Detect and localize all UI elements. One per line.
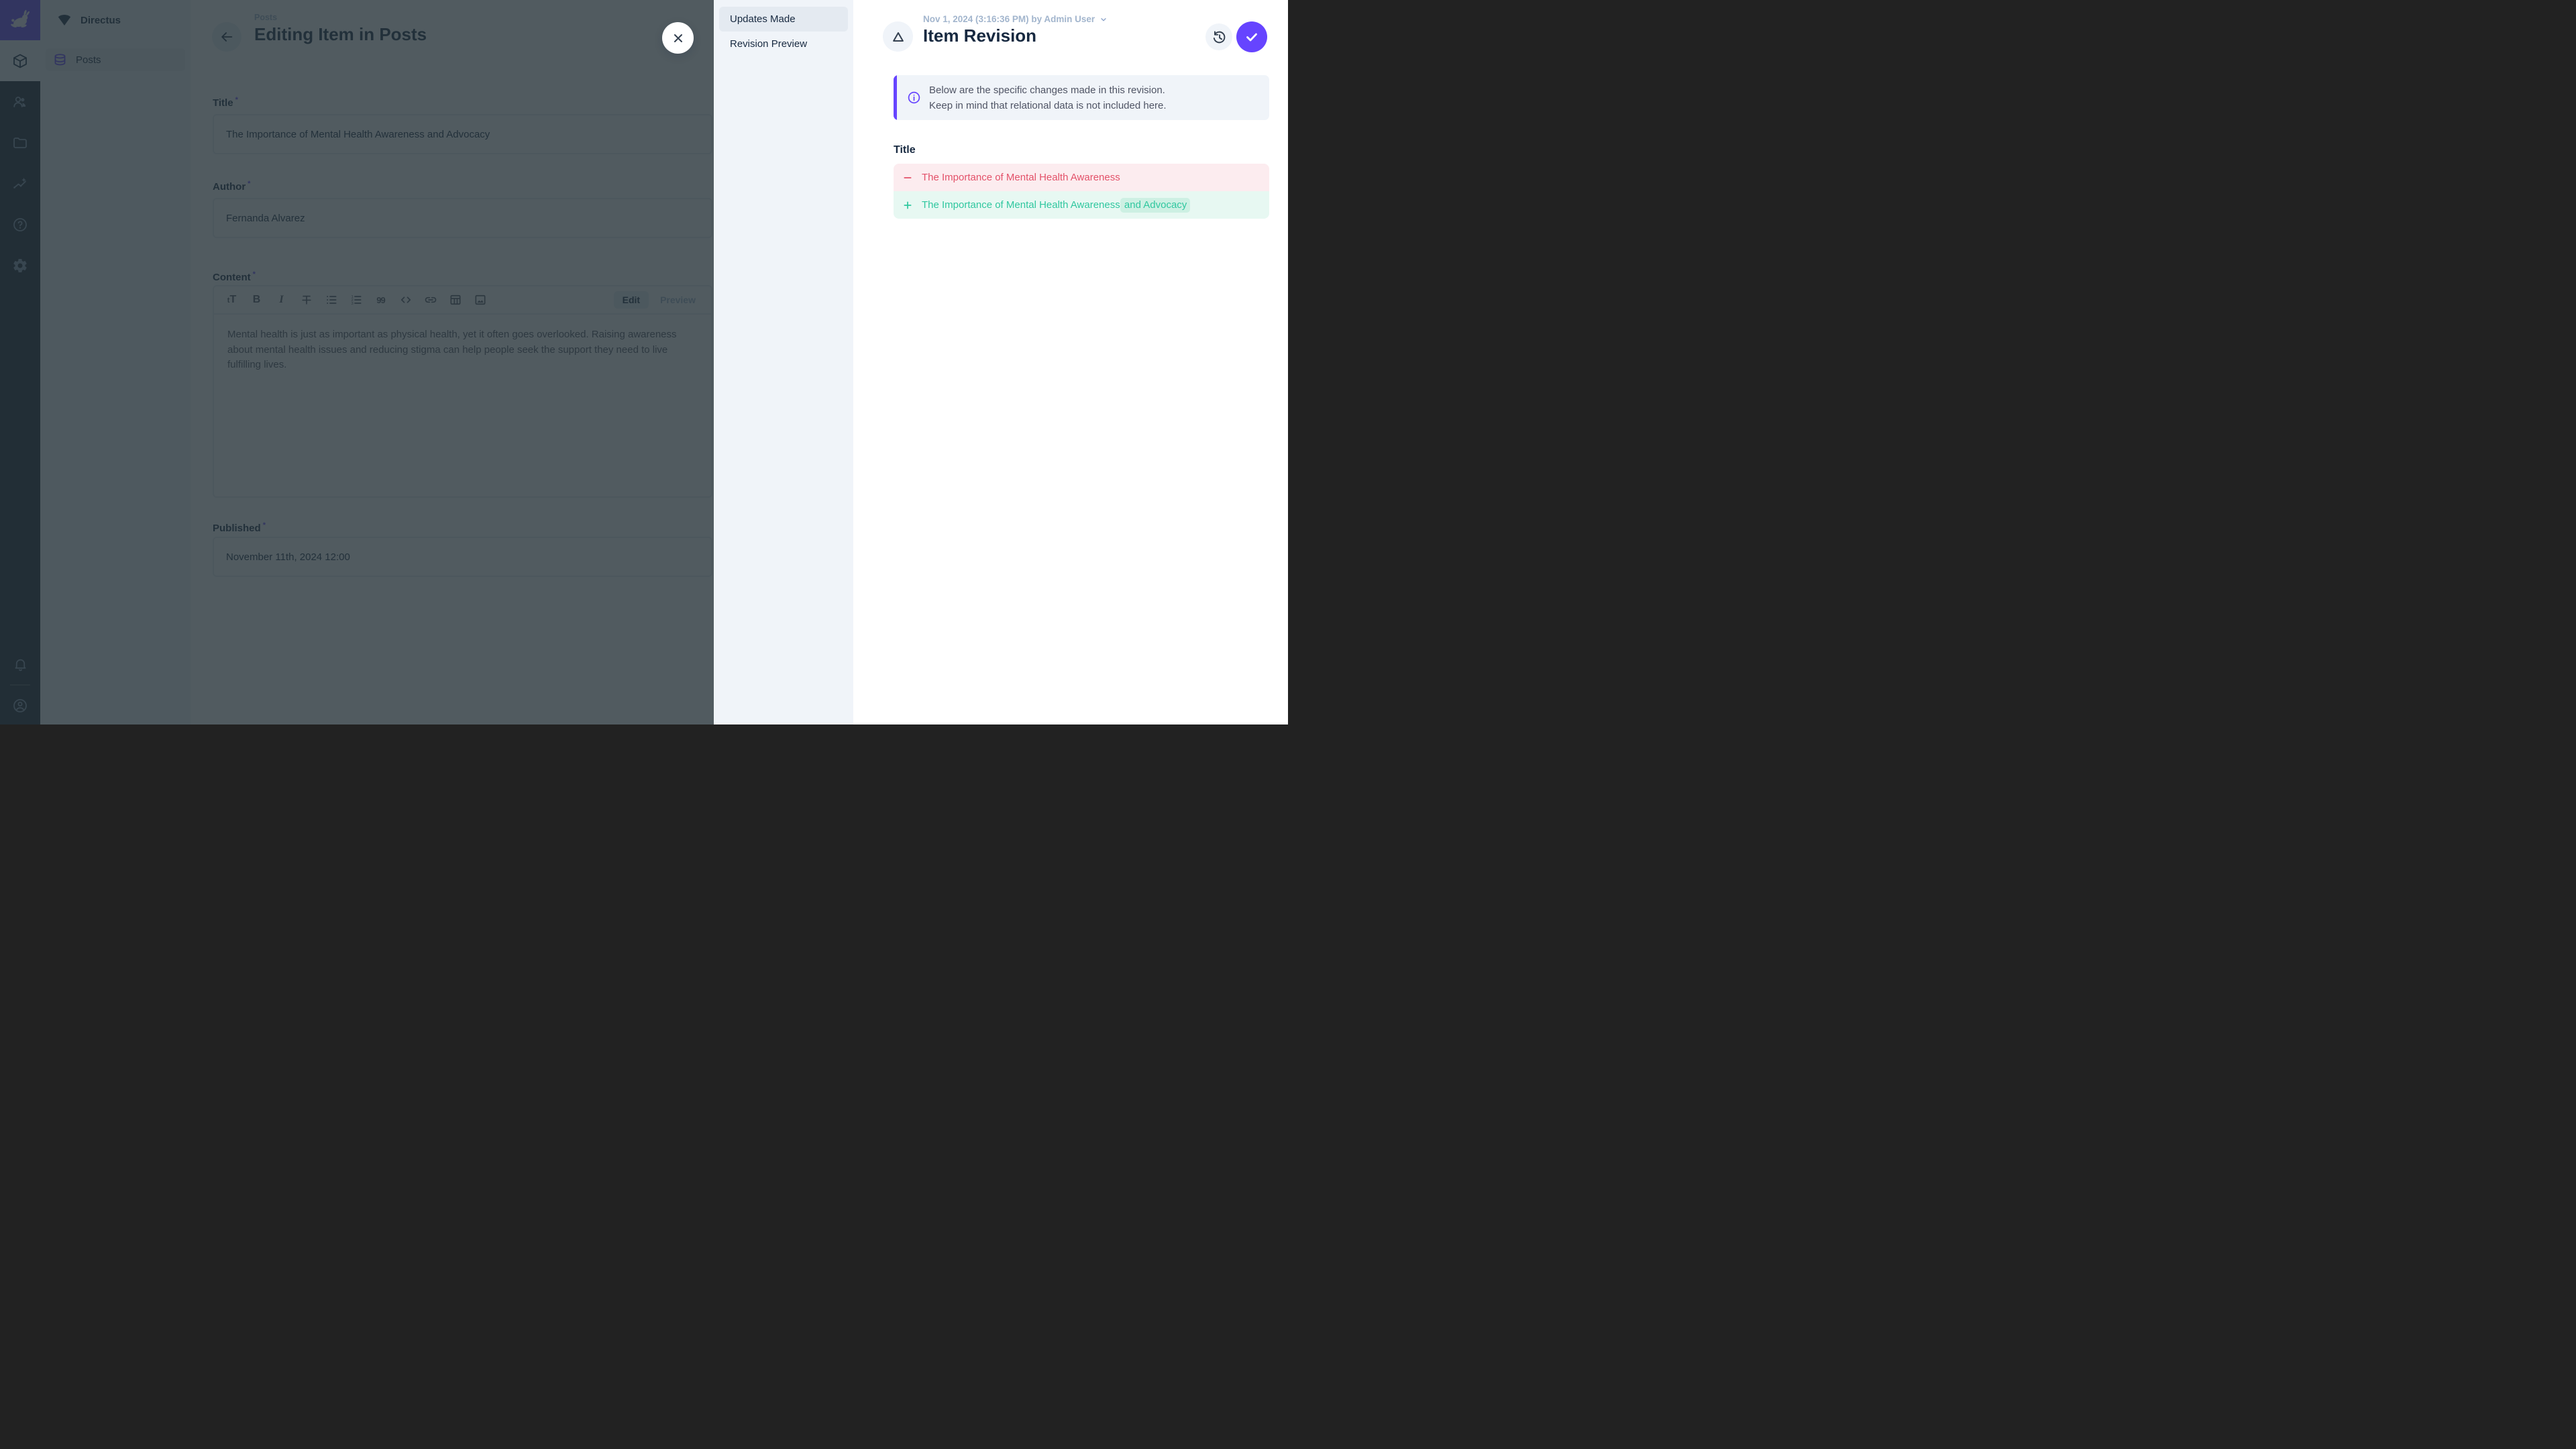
drawer-title: Item Revision [923,25,1036,46]
item-revision-drawer: Updates Made Revision Preview Nov 1, 202… [714,0,1288,724]
revision-meta-text: Nov 1, 2024 (3:16:36 PM) by Admin User [923,14,1095,24]
info-icon [907,91,921,105]
plus-icon [902,200,913,211]
diff-added-row: The Importance of Mental Health Awarenes… [894,191,1269,219]
revert-button[interactable] [1205,23,1232,50]
field-diff: The Importance of Mental Health Awarenes… [894,164,1269,219]
triangle-icon [891,30,906,44]
history-icon [1212,30,1227,45]
drawer-content: Nov 1, 2024 (3:16:36 PM) by Admin User I… [853,0,1288,724]
check-icon [1244,29,1260,45]
drawer-close-button[interactable] [662,22,694,54]
modal-overlay[interactable] [0,0,714,724]
confirm-button[interactable] [1236,21,1267,52]
diff-removed-row: The Importance of Mental Health Awarenes… [894,164,1269,191]
minus-icon [902,172,913,183]
removed-value: The Importance of Mental Health Awarenes… [922,172,1120,183]
close-icon [672,32,685,45]
revision-info-note: Below are the specific changes made in t… [894,75,1269,120]
added-highlight-chip: and Advocacy [1120,198,1191,213]
drawer-navigation: Updates Made Revision Preview [714,0,853,724]
info-note-text: Below are the specific changes made in t… [929,83,1167,113]
added-value: The Importance of Mental Health Awarenes… [922,199,1190,211]
chevron-down-icon [1099,15,1108,23]
info-accent-bar [894,75,897,120]
change-field-label: Title [894,144,916,156]
revision-avatar [883,21,913,52]
drawer-nav-revision-preview[interactable]: Revision Preview [719,32,848,56]
revision-meta-dropdown[interactable]: Nov 1, 2024 (3:16:36 PM) by Admin User [923,14,1108,24]
directus-app: Directus Posts Posts Editing Item in Pos… [0,0,1288,724]
drawer-nav-updates-made[interactable]: Updates Made [719,7,848,32]
